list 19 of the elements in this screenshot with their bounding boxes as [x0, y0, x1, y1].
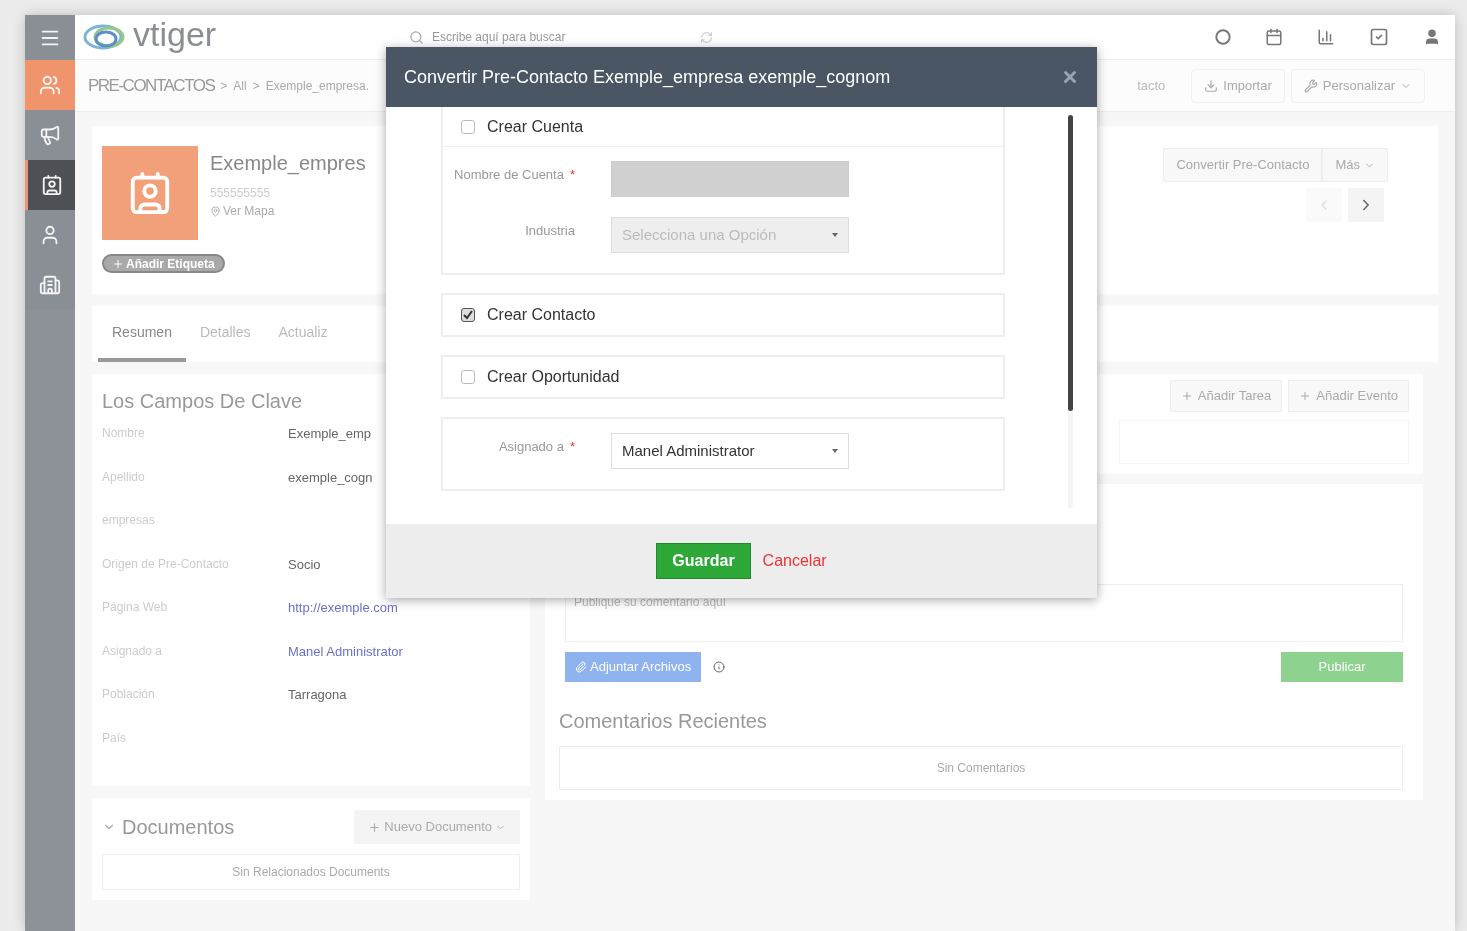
- empty-message: Sin Relacionados Documents: [102, 854, 520, 890]
- section-title: Los Campos De Clave: [102, 389, 304, 414]
- dialog-title: Convertir Pre-Contacto Exemple_empresa exemple_cognom: [404, 65, 892, 90]
- field-value: exemple_cogn: [288, 468, 373, 487]
- field-value: Tarragona: [288, 686, 347, 704]
- field-label: Industria: [525, 222, 575, 240]
- required-mark: *: [569, 438, 575, 456]
- field-label: Nombre de Cuenta: [454, 166, 564, 184]
- section-title: Comentarios Recientes: [559, 709, 768, 734]
- field-value: Exemple_emp: [288, 425, 372, 443]
- required-mark: *: [569, 166, 575, 184]
- empty-message: Sin Comentarios: [559, 746, 1403, 790]
- field-value: Socio: [288, 555, 321, 574]
- logo-text: vtiger: [133, 17, 217, 51]
- breadcrumb-separator: >: [220, 77, 228, 95]
- breadcrumb-separator: >: [252, 77, 260, 95]
- section-title: Documentos: [122, 815, 235, 840]
- record-name: Exemple_empres: [210, 151, 366, 177]
- field-label: Asignado a: [498, 438, 564, 456]
